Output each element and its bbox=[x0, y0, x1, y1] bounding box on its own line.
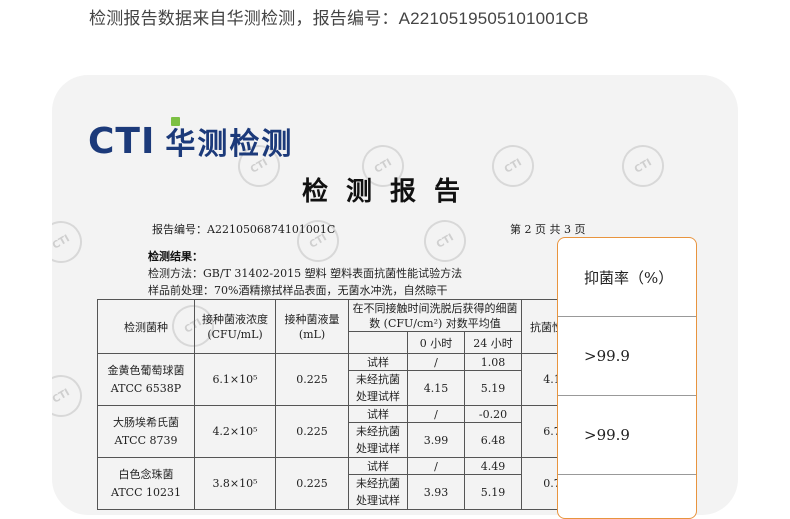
value-0h: / bbox=[407, 405, 465, 423]
watermark-seal: CTI bbox=[484, 137, 542, 195]
value-24h: 5.19 bbox=[464, 370, 522, 406]
header-0h: 0 小时 bbox=[407, 331, 465, 354]
callout-value: >99.9 bbox=[558, 396, 696, 475]
value-24h: 5.19 bbox=[464, 474, 522, 510]
header-strain: 检测菌种 bbox=[97, 299, 195, 354]
page-info: 第 2 页 共 3 页 bbox=[510, 223, 586, 236]
value-0h: 3.93 bbox=[407, 474, 465, 510]
logo-green-mark bbox=[171, 117, 180, 126]
logo-cti-text: CTI bbox=[88, 120, 156, 162]
test-method: 检测方法：GB/T 31402-2015 塑料 塑料表面抗菌性能试验方法 bbox=[148, 267, 463, 280]
sample-label: 试样 bbox=[348, 457, 408, 475]
value-24h: 1.08 bbox=[464, 353, 522, 371]
value-24h: 4.49 bbox=[464, 457, 522, 475]
strain-cell: 金黄色葡萄球菌 ATCC 6538P bbox=[97, 353, 195, 406]
concentration-cell: 4.2×10⁵ bbox=[194, 405, 276, 458]
strain-name: 白色念珠菌 bbox=[118, 467, 174, 481]
volume-cell: 0.225 bbox=[275, 353, 349, 406]
inhibition-rate-callout: 抑菌率（%） >99.9 >99.9 bbox=[557, 237, 697, 519]
concentration-cell: 6.1×10⁵ bbox=[194, 353, 276, 406]
control-label: 未经抗菌 处理试样 bbox=[348, 370, 408, 406]
strain-cell: 大肠埃希氏菌 ATCC 8739 bbox=[97, 405, 195, 458]
sample-label: 试样 bbox=[348, 405, 408, 423]
header-volume: 接种菌液量(mL) bbox=[275, 299, 349, 354]
control-label: 未经抗菌 处理试样 bbox=[348, 474, 408, 510]
value-0h: 4.15 bbox=[407, 370, 465, 406]
value-0h: / bbox=[407, 353, 465, 371]
strain-name: 大肠埃希氏菌 bbox=[113, 415, 179, 429]
sample-label: 试样 bbox=[348, 353, 408, 371]
value-0h: / bbox=[407, 457, 465, 475]
sample-pretreatment: 样品前处理：70%酒精擦拭样品表面，无菌水冲洗，自然晾干 bbox=[148, 284, 448, 297]
logo-company-name: 华测检测 bbox=[165, 127, 294, 162]
header-count: 在不同接触时间洗脱后获得的细菌数 (CFU/cm²) 对数平均值 bbox=[348, 299, 522, 332]
header-blank bbox=[348, 331, 408, 354]
results-table: 检测菌种 接种菌液浓度(CFU/mL) 接种菌液量(mL) 在不同接触时间洗脱后… bbox=[97, 299, 583, 510]
strain-code: ATCC 6538P bbox=[110, 381, 182, 395]
strain-name: 金黄色葡萄球菌 bbox=[107, 363, 185, 377]
watermark-seal: CTI bbox=[52, 367, 90, 425]
document-title: 检测报告 bbox=[302, 177, 479, 207]
cti-logo: CTI 华测检测 bbox=[88, 117, 294, 163]
header-24h: 24 小时 bbox=[464, 331, 522, 354]
header-caption: 检测报告数据来自华测检测，报告编号：A2210519505101001CB bbox=[89, 9, 589, 28]
value-24h: -0.20 bbox=[464, 405, 522, 423]
report-number: 报告编号：A2210506874101001C bbox=[152, 223, 336, 236]
value-0h: 3.99 bbox=[407, 422, 465, 458]
callout-value: >99.9 bbox=[558, 317, 696, 396]
watermark-seal: CTI bbox=[614, 137, 672, 195]
watermark-seal: CTI bbox=[416, 212, 474, 270]
strain-code: ATCC 8739 bbox=[114, 433, 178, 447]
volume-cell: 0.225 bbox=[275, 405, 349, 458]
result-heading: 检测结果： bbox=[148, 250, 203, 263]
value-24h: 6.48 bbox=[464, 422, 522, 458]
callout-header: 抑菌率（%） bbox=[558, 238, 696, 317]
control-label: 未经抗菌 处理试样 bbox=[348, 422, 408, 458]
strain-code: ATCC 10231 bbox=[110, 485, 181, 499]
watermark-seal: CTI bbox=[52, 213, 90, 271]
header-concentration: 接种菌液浓度(CFU/mL) bbox=[194, 299, 276, 354]
